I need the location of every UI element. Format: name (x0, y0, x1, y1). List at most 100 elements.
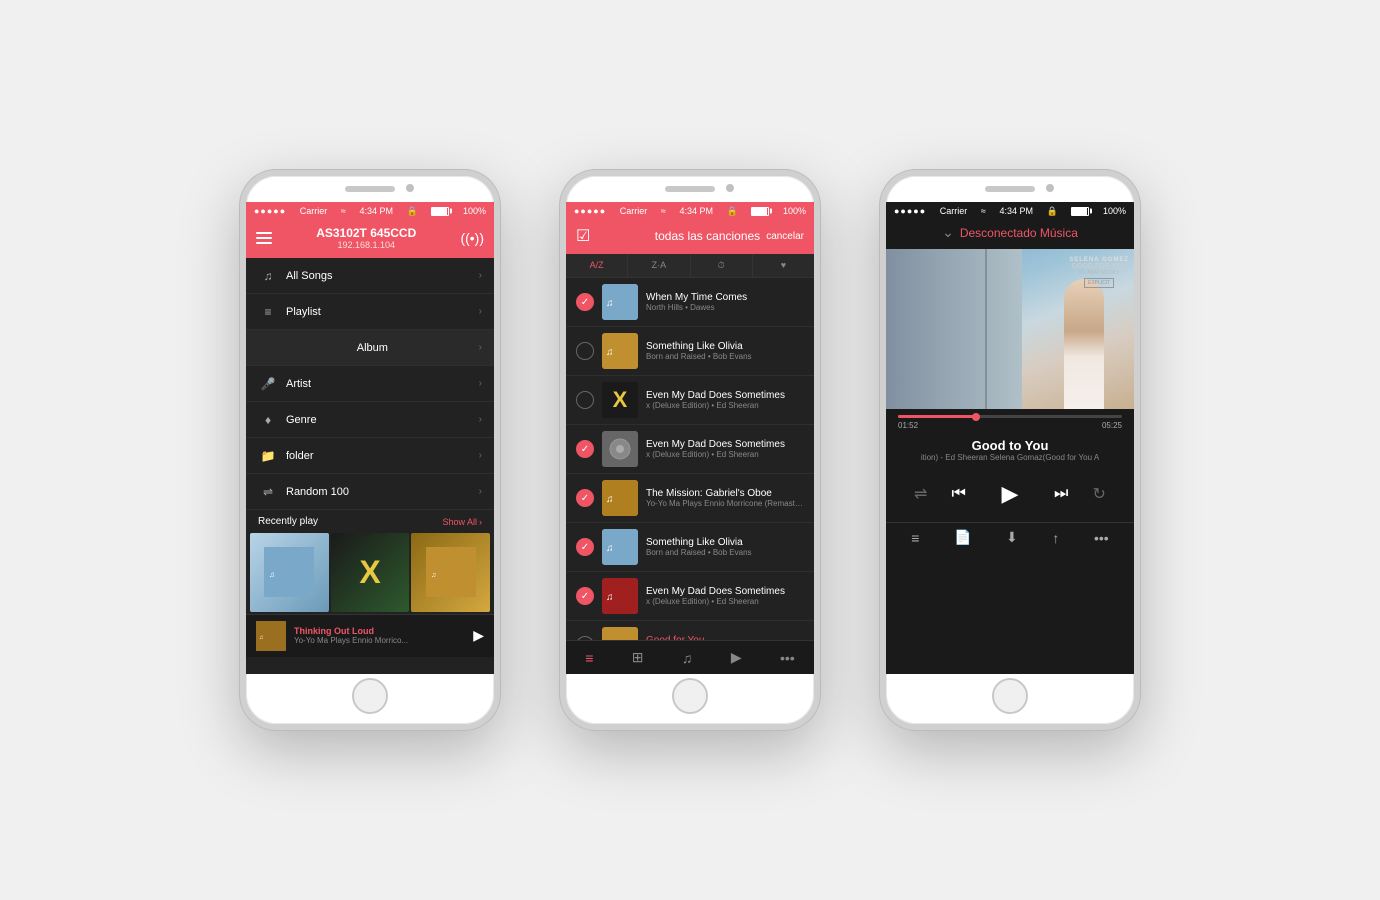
battery-pct-2: 100% (783, 206, 806, 216)
menu-album[interactable]: Album › (246, 330, 494, 366)
chevron-right-icon-2: › (479, 306, 482, 317)
home-button-1[interactable] (352, 678, 388, 714)
song-item-5[interactable]: ✓ ♫ The Mission: Gabriel's Oboe Yo-Yo Ma… (566, 474, 814, 523)
repeat-icon[interactable]: ↻ (1093, 484, 1106, 504)
song-meta-5: Yo-Yo Ma Plays Ennio Morricone (Remaster… (646, 499, 804, 508)
now-playing-bar[interactable]: ♫ Thinking Out Loud Yo-Yo Ma Plays Ennio… (246, 614, 494, 657)
song-check-4[interactable]: ✓ (576, 440, 594, 458)
song-item-4[interactable]: ✓ Even My Dad Does Sometimes x (Deluxe E… (566, 425, 814, 474)
music-icon-bottom[interactable]: ♫ (682, 650, 693, 666)
playlist-title: todas las canciones (655, 229, 760, 243)
song-item-7[interactable]: ✓ ♫ Even My Dad Does Sometimes x (Deluxe… (566, 572, 814, 621)
home-button-3[interactable] (992, 678, 1028, 714)
song-check-6[interactable]: ✓ (576, 538, 594, 556)
play-pause-button[interactable]: ▶ (990, 474, 1030, 514)
svg-text:♫: ♫ (606, 347, 614, 358)
checkbox-icon[interactable]: ☑ (576, 226, 590, 246)
album-art-green: X (331, 533, 410, 612)
song-item-8[interactable]: ♫ Good for You Born and Raised • Bob Eva… (566, 621, 814, 640)
album-art-large: SELENA GOMEZ GOOD FOR YOU FT. A$AP ROCKY… (886, 249, 1134, 409)
explicit-badge: EXPLICIT (1084, 278, 1114, 288)
wifi-signal-icon[interactable]: ((•)) (460, 230, 484, 246)
artist-label: Artist (286, 378, 479, 390)
filter-time[interactable]: ⏱ (691, 254, 753, 277)
more-icon-bottom[interactable]: ••• (780, 650, 795, 666)
random-label: Random 100 (286, 486, 479, 498)
song-art-6: ♫ (602, 529, 638, 565)
queue-icon-bottom[interactable]: ⊞ (632, 649, 644, 666)
song-title-7: Even My Dad Does Sometimes (646, 586, 804, 597)
song-check-7[interactable]: ✓ (576, 587, 594, 605)
menu-folder[interactable]: 📁 folder › (246, 438, 494, 474)
song-check-3[interactable] (576, 391, 594, 409)
more-icon-player[interactable]: ••• (1094, 530, 1109, 546)
album-thumb-1[interactable]: ♫ (250, 533, 329, 612)
svg-text:♫: ♫ (259, 635, 264, 641)
lock-1: 🔒 (407, 206, 418, 217)
menu-playlist[interactable]: ≡ Playlist › (246, 294, 494, 330)
progress-track[interactable] (898, 415, 1122, 418)
album-thumb-2[interactable]: X (331, 533, 410, 612)
battery-pct-1: 100% (463, 206, 486, 216)
phone-3-player: ●●●●● Carrier ≈ 4:34 PM 🔒 100% ⌄ Descone… (880, 170, 1140, 730)
device-name: AS3102T 645CCD (272, 226, 460, 240)
song-art-8: ♫ (602, 627, 638, 640)
cancel-button[interactable]: cancelar (766, 231, 804, 242)
signal-1: ●●●●● (254, 206, 286, 216)
song-check-2[interactable] (576, 342, 594, 360)
song-title-6: Something Like Olivia (646, 537, 804, 548)
menu-random[interactable]: ⇌ Random 100 › (246, 474, 494, 510)
menu-artist[interactable]: 🎤 Artist › (246, 366, 494, 402)
song-info-2: Something Like Olivia Born and Raised • … (646, 341, 804, 361)
phone2-bottom-bar: ≡ ⊞ ♫ ▶ ••• (566, 640, 814, 674)
song-item-1[interactable]: ✓ ♫ When My Time Comes North Hills • Daw… (566, 278, 814, 327)
np-subtitle: Yo-Yo Ma Plays Ennio Morrico... (294, 636, 465, 645)
next-button[interactable]: ⏭ (1054, 485, 1068, 503)
menu-icon[interactable] (256, 232, 272, 244)
share-icon[interactable]: ↑ (1052, 530, 1059, 546)
lyrics-icon[interactable]: 📄 (954, 529, 971, 546)
download-icon[interactable]: ⬇ (1006, 529, 1018, 546)
total-time: 05:25 (1102, 421, 1122, 430)
menu-genre[interactable]: ♦ Genre › (246, 402, 494, 438)
song-art-7: ♫ (602, 578, 638, 614)
song-meta-7: x (Deluxe Edition) • Ed Sheeran (646, 597, 804, 606)
song-art-2: ♫ (602, 333, 638, 369)
device-ip: 192.168.1.104 (272, 240, 460, 250)
np-play-button[interactable]: ▶ (473, 627, 484, 644)
song-info-3: Even My Dad Does Sometimes x (Deluxe Edi… (646, 390, 804, 410)
play-icon-bottom[interactable]: ▶ (731, 649, 742, 666)
prev-button[interactable]: ⏮ (952, 485, 966, 503)
song-info-1: When My Time Comes North Hills • Dawes (646, 292, 804, 312)
show-all-link[interactable]: Show All › (442, 517, 482, 527)
player-song-meta: ition) - Ed Sheeran Selena Gomaz(Good fo… (898, 453, 1122, 462)
song-check-5[interactable]: ✓ (576, 489, 594, 507)
progress-handle[interactable] (972, 413, 980, 421)
player-song-title: Good to You (898, 438, 1122, 453)
song-item-6[interactable]: ✓ ♫ Something Like Olivia Born and Raise… (566, 523, 814, 572)
song-item-3[interactable]: X Even My Dad Does Sometimes x (Deluxe E… (566, 376, 814, 425)
filter-za[interactable]: Z·A (628, 254, 690, 277)
svg-text:♫: ♫ (606, 543, 614, 554)
down-chevron-icon[interactable]: ⌄ (942, 224, 954, 241)
song-art-4 (602, 431, 638, 467)
svg-text:♫: ♫ (606, 298, 614, 309)
album-thumb-3[interactable]: ♫ (411, 533, 490, 612)
carrier-1: Carrier (300, 206, 328, 216)
queue-list-icon[interactable]: ≡ (911, 530, 919, 546)
home-button-2[interactable] (672, 678, 708, 714)
song-info-6: Something Like Olivia Born and Raised • … (646, 537, 804, 557)
song-check-1[interactable]: ✓ (576, 293, 594, 311)
status-bar-3: ●●●●● Carrier ≈ 4:34 PM 🔒 100% (886, 202, 1134, 220)
filter-az[interactable]: A/Z (566, 254, 628, 277)
song-item-2[interactable]: ♫ Something Like Olivia Born and Raised … (566, 327, 814, 376)
song-art-3: X (602, 382, 638, 418)
svg-text:♫: ♫ (606, 494, 614, 505)
playlist-icon-bottom[interactable]: ≡ (585, 650, 593, 666)
filter-heart[interactable]: ♥ (753, 254, 814, 277)
song-art-5: ♫ (602, 480, 638, 516)
phone1-header: AS3102T 645CCD 192.168.1.104 ((•)) (246, 220, 494, 258)
shuffle-control-icon[interactable]: ⇌ (914, 484, 927, 504)
player-bottom-icons: ≡ 📄 ⬇ ↑ ••• (886, 522, 1134, 554)
menu-all-songs[interactable]: ♫ All Songs › (246, 258, 494, 294)
